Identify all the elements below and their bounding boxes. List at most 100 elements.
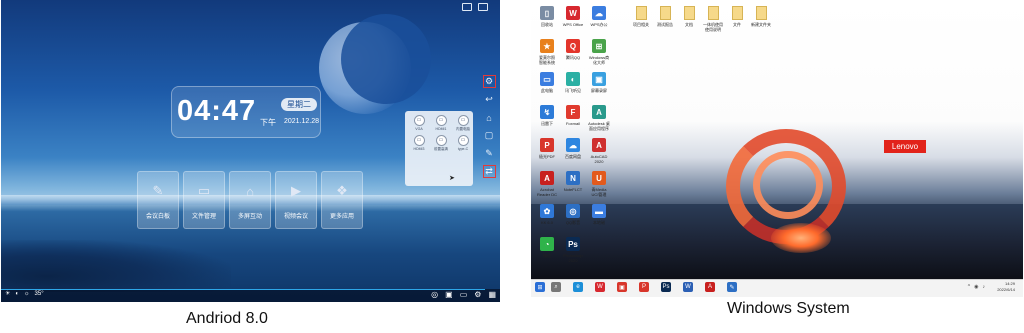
gear-icon[interactable]: ⚙ xyxy=(474,290,481,299)
wifi-icon[interactable] xyxy=(478,3,488,11)
tray-clock[interactable]: 14:29 2022/6/14 xyxy=(997,281,1015,293)
desktop-icon[interactable]: ⊞ Windows商 化大师 xyxy=(585,39,613,65)
network-icon[interactable]: ◉ xyxy=(974,284,978,290)
desktop-icon[interactable]: ▯ 回收站 xyxy=(533,6,561,27)
android-screen: 04:47 星期二 下午 2021.12.28 ✎ 会议白板 ▭ 文件管理 ⌂ 多屏互动 ▶… xyxy=(1,0,500,302)
source-item[interactable]: ▭ type-C xyxy=(454,135,472,152)
system-tray: ^ ◉ ♪ xyxy=(968,284,985,290)
desktop-icon[interactable]: ▬ 本地磁 xyxy=(585,204,613,225)
chevron-up-icon[interactable]: ^ xyxy=(968,284,970,290)
input-source-icon: ▭ xyxy=(413,115,425,126)
desktop-icon[interactable]: ◐ 讯飞听见 xyxy=(559,72,587,93)
app-icon: F xyxy=(566,105,580,119)
desktop-icon[interactable]: ✿ KK 6.0 xyxy=(533,204,561,225)
status-bar xyxy=(462,3,488,11)
desktop-icon[interactable]: ◎ QQ影音 xyxy=(559,204,587,225)
clock-weekday: 星期二 xyxy=(281,98,317,111)
app-tile[interactable]: ❖ 更多应用 xyxy=(321,171,363,229)
desktop-icon-label: 回收站 xyxy=(541,22,553,27)
search-icon[interactable]: ⌕ xyxy=(551,282,561,292)
desktop-icon[interactable]: A Acrobat Reader DC xyxy=(533,171,561,197)
source-item[interactable]: ▭ 内置电脑 xyxy=(454,115,472,132)
desktop-icon[interactable]: ↯ 迅雷下 xyxy=(533,105,561,126)
desktop-icon[interactable]: Ps Photoshop 2020 xyxy=(559,237,587,263)
source-item[interactable]: ▭ 前置高清 xyxy=(432,135,450,152)
circle-icon[interactable]: ◎ xyxy=(431,290,438,299)
source-item[interactable]: ▭ HDMI3 xyxy=(410,135,428,152)
tray-date: 2022/6/14 xyxy=(997,287,1015,292)
desktop-icon[interactable]: ☁ 百度网盘 xyxy=(559,138,587,159)
folder-icon: ▭ xyxy=(197,183,211,198)
desktop-icon[interactable]: ◔ 微信 xyxy=(533,237,561,258)
app-tile[interactable]: ✎ 会议白板 xyxy=(137,171,179,229)
app-icon: ★ xyxy=(540,39,554,53)
desktop-icon[interactable]: U 青Media UCI管理 xyxy=(585,171,613,197)
photo-icon[interactable]: ▣ xyxy=(617,282,627,292)
desktop-icon-label: 百度网盘 xyxy=(565,154,581,159)
word-icon[interactable]: W xyxy=(683,282,693,292)
app-icon[interactable]: ✎ xyxy=(727,282,737,292)
window-icon[interactable]: ▭ xyxy=(460,290,468,299)
desktop-icon[interactable]: ▭ 此电脑 xyxy=(533,72,561,93)
source-label: 内置电脑 xyxy=(456,127,470,131)
brightness-icon[interactable]: ☀ xyxy=(5,290,10,297)
grid-icon[interactable]: ▦ xyxy=(488,290,496,299)
taskbar-left: ☀ ◐ ☼ 35° xyxy=(5,290,44,298)
volume-icon[interactable]: ♪ xyxy=(983,284,986,290)
back-icon[interactable]: ↩ xyxy=(483,93,496,106)
app-icon: ✿ xyxy=(540,204,554,218)
home-icon[interactable]: ⌂ xyxy=(483,111,496,124)
source-item[interactable]: ▭ HDMI1 xyxy=(432,115,450,132)
taskbar-apps: ⊞ ⌕ e W ▣ P Ps W A ✎ xyxy=(535,282,737,292)
folder-item[interactable]: 新建文件夹 xyxy=(747,6,775,27)
app-icon: A xyxy=(540,171,554,185)
source-grid: ▭ VGA ▭ HDMI1 ▭ 内置电脑 ▭ HDMI3 ▭ 前置高清 ▭ type-C xyxy=(405,111,473,156)
desktop-icon[interactable]: Q 腾讯QQ xyxy=(559,39,587,60)
app-icon: ◎ xyxy=(566,204,580,218)
folder-label: 一体机使用 使用说明 xyxy=(703,22,723,32)
folder-label: 文档 xyxy=(685,22,693,27)
app-tile[interactable]: ▭ 文件管理 xyxy=(183,171,225,229)
desktop-icon[interactable]: N NoteFLCT xyxy=(559,171,587,192)
pdf-icon[interactable]: P xyxy=(639,282,649,292)
desktop-icon-label: Acrobat Reader DC xyxy=(536,187,557,197)
desktop-icon[interactable]: F Foxmail xyxy=(559,105,587,126)
desktop-icon-label: AutoCAD 2020 xyxy=(590,154,608,164)
source-item[interactable]: ▭ VGA xyxy=(410,115,428,132)
desktop-icon[interactable]: ★ 爱莫尔照 智能系统 xyxy=(533,39,561,65)
input-source-icon: ▭ xyxy=(413,135,425,146)
source-label: VGA xyxy=(415,127,423,131)
annotate-icon[interactable]: ✎ xyxy=(483,147,496,160)
contrast-icon[interactable]: ◐ xyxy=(15,291,19,297)
acrobat-icon[interactable]: A xyxy=(705,282,715,292)
input-source-icon: ▭ xyxy=(457,135,469,146)
desktop-icon[interactable]: ☁ WPS办公 xyxy=(585,6,613,27)
desktop-icon-label: Foxmail xyxy=(565,121,580,126)
screen-icon[interactable] xyxy=(462,3,472,11)
start-icon[interactable]: ⊞ xyxy=(535,282,545,292)
moon-shadow xyxy=(341,14,431,104)
app-label: 更多应用 xyxy=(329,214,354,220)
app-tile[interactable]: ▶ 视频会议 xyxy=(275,171,317,229)
whiteboard-icon: ✎ xyxy=(152,183,164,198)
app-icon: A xyxy=(592,138,606,152)
source-switch-icon[interactable]: ⇄ xyxy=(482,165,496,178)
ps-icon[interactable]: Ps xyxy=(661,282,671,292)
desktop-icon[interactable]: ▣ 屏幕录屏 xyxy=(585,72,613,93)
desktop-icon[interactable]: A AutoCAD 2020 xyxy=(585,138,613,164)
screenshot-icon[interactable]: ▣ xyxy=(445,290,453,299)
app-tile[interactable]: ⌂ 多屏互动 xyxy=(229,171,271,229)
settings-icon[interactable]: ⚙ xyxy=(482,75,496,88)
wps-icon[interactable]: W xyxy=(595,282,605,292)
app-icon: ☁ xyxy=(566,138,580,152)
desktop-icon[interactable]: A Autodesk 桌 面应用程序 xyxy=(585,105,613,131)
rocks-decoration xyxy=(1,240,231,292)
folder-label: 新建文件夹 xyxy=(751,22,771,27)
recent-apps-icon[interactable]: ▢ xyxy=(483,129,496,142)
edge-icon[interactable]: e xyxy=(573,282,583,292)
desktop-icon-label: 青Media UCI管理 xyxy=(591,187,607,197)
desktop-icon-label: 微信 xyxy=(543,253,551,258)
desktop-icon[interactable]: W WPS Office xyxy=(559,6,587,27)
desktop-icon-label: 腾讯QQ xyxy=(565,55,581,60)
desktop-icon[interactable]: P 极光PDF xyxy=(533,138,561,159)
